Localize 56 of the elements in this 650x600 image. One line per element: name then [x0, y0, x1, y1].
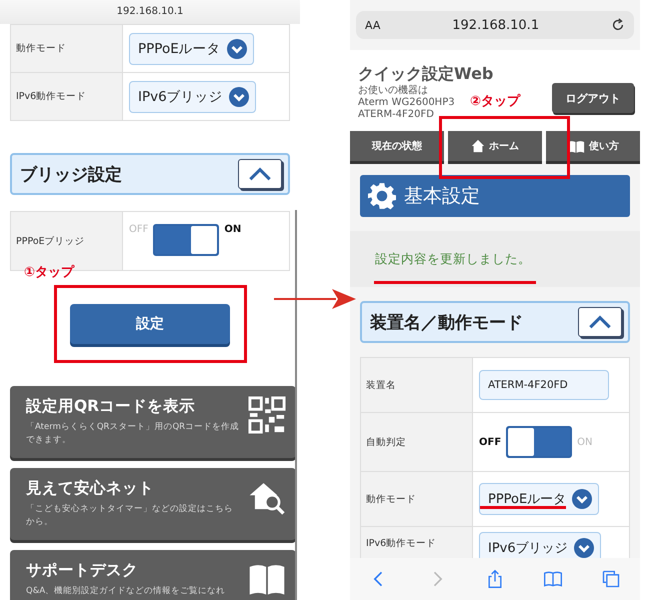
select-field[interactable]: PPPoEルータ	[129, 32, 254, 64]
text-size-button[interactable]: AA	[365, 18, 380, 32]
collapse-button[interactable]	[578, 307, 622, 337]
toggle-label: ON	[577, 436, 593, 448]
nav-tab[interactable]: 現在の状態	[350, 131, 444, 161]
setting-label: IPv6動作モード	[361, 527, 473, 558]
app-title: クイック設定Web	[358, 64, 494, 84]
book-icon[interactable]	[543, 569, 563, 589]
card-title: 見えて安心ネット	[26, 478, 155, 499]
menu-card[interactable]: 設定用QRコードを表示 「AtermらくらくQRスタート」用のQRコードを作成できます。	[10, 386, 296, 458]
reload-icon[interactable]	[610, 18, 625, 32]
gear-icon	[368, 182, 396, 210]
qr-code-icon	[248, 396, 286, 434]
chevron-down-icon	[228, 86, 249, 106]
book-icon	[567, 140, 585, 152]
setting-label: IPv6動作モード	[11, 73, 123, 120]
menu-card[interactable]: 見えて安心ネット 「こども安心ネットタイマー」などの設定はこちらから。	[10, 468, 296, 540]
section-title: ブリッジ設定	[20, 164, 122, 186]
select-field[interactable]: IPv6ブリッジ	[129, 80, 256, 112]
select-field[interactable]: PPPoEルータ	[479, 483, 600, 515]
annotation-label: ②タップ	[470, 92, 520, 110]
toggle-switch[interactable]	[153, 224, 220, 256]
toggle-label: ON	[224, 224, 242, 235]
setting-label: 装置名	[361, 358, 473, 412]
toggle-label: OFF	[479, 436, 502, 448]
collapse-button[interactable]	[238, 159, 282, 189]
chevron-down-icon	[226, 38, 247, 58]
card-title: 設定用QRコードを表示	[26, 396, 196, 417]
device-info: Aterm WG2600HP3	[358, 97, 455, 109]
address-bar[interactable]: AA 192.168.10.1	[356, 11, 634, 39]
success-message: 設定内容を更新しました。	[375, 250, 531, 268]
chevron-down-icon	[572, 489, 592, 509]
setting-label: 自動判定	[361, 413, 473, 471]
home-icon	[471, 139, 485, 153]
nav-tab[interactable]: 使い方	[546, 131, 640, 161]
page-banner: 基本設定	[360, 175, 630, 217]
section-title: 装置名／動作モード	[370, 312, 523, 334]
card-title: サポートデスク	[26, 560, 139, 581]
tabs-icon[interactable]	[601, 569, 621, 589]
setting-label: 動作モード	[361, 472, 473, 526]
setting-label: 動作モード	[11, 25, 123, 72]
address-bar[interactable]: 192.168.10.1	[0, 0, 300, 24]
address-text: 192.168.10.1	[452, 18, 540, 32]
logout-button[interactable]: ログアウト	[552, 83, 634, 113]
menu-card[interactable]: サポートデスク Q&A、機能別設定ガイドなどの情報をご覧になれ	[10, 550, 296, 600]
device-name-field[interactable]: ATERM-4F20FD	[479, 370, 609, 400]
device-info: ATERM-4F20FD	[358, 109, 434, 121]
toggle-label: OFF	[129, 224, 148, 235]
nav-tab[interactable]: ホーム	[448, 131, 542, 161]
card-description: 「AtermらくらくQRスタート」用のQRコードを作成できます。	[26, 421, 240, 447]
card-description: Q&A、機能別設定ガイドなどの情報をご覧になれ	[26, 585, 226, 598]
card-description: 「こども安心ネットタイマー」などの設定はこちらから。	[26, 503, 234, 529]
device-info: お使いの機器は	[358, 85, 428, 97]
submit-button[interactable]: 設定	[70, 304, 230, 344]
select-field[interactable]: IPv6ブリッジ	[479, 532, 601, 558]
toggle-switch[interactable]	[506, 426, 572, 458]
